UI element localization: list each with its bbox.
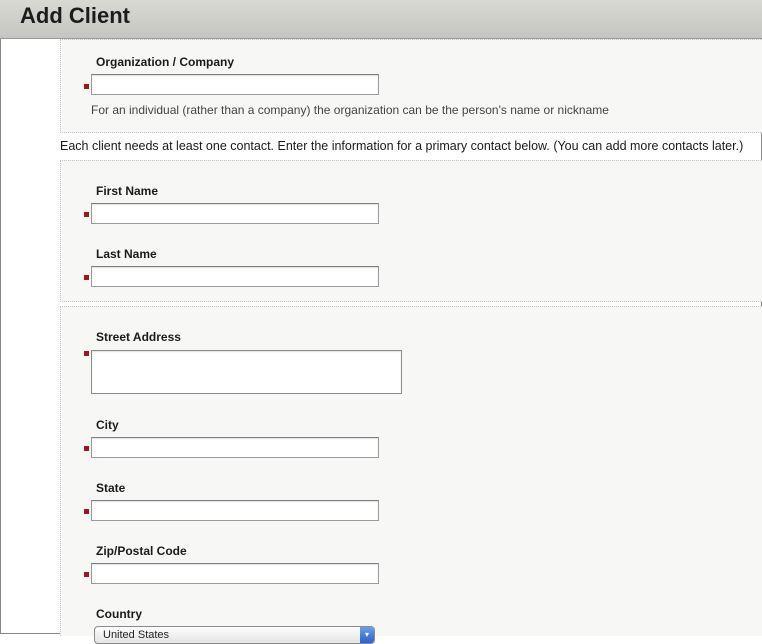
- organization-input[interactable]: [91, 74, 379, 95]
- country-select[interactable]: United States ▾: [94, 626, 375, 644]
- first-name-label: First Name: [96, 184, 159, 198]
- street-address-input[interactable]: [91, 350, 402, 394]
- required-marker: [84, 351, 89, 356]
- state-input[interactable]: [91, 500, 379, 521]
- contact-intro-text: Each client needs at least one contact. …: [60, 139, 744, 153]
- page-header: Add Client: [0, 0, 762, 39]
- zip-code-label: Zip/Postal Code: [96, 544, 187, 558]
- city-label: City: [96, 418, 119, 432]
- organization-label: Organization / Company: [96, 55, 235, 69]
- organization-hint: For an individual (rather than a company…: [91, 103, 609, 117]
- required-marker: [84, 84, 89, 89]
- country-selected-value: United States: [103, 629, 170, 641]
- street-address-label: Street Address: [96, 330, 181, 344]
- state-label: State: [96, 481, 126, 495]
- city-input[interactable]: [91, 437, 379, 458]
- zip-code-input[interactable]: [91, 563, 379, 584]
- required-marker: [84, 446, 89, 451]
- chevron-updown-icon: ▾: [360, 627, 374, 643]
- country-label: Country: [96, 607, 142, 621]
- last-name-label: Last Name: [96, 247, 157, 261]
- required-marker: [84, 275, 89, 280]
- required-marker: [84, 572, 89, 577]
- last-name-input[interactable]: [91, 266, 379, 287]
- page-title: Add Client: [20, 3, 130, 28]
- required-marker: [84, 509, 89, 514]
- first-name-input[interactable]: [91, 203, 379, 224]
- required-marker: [84, 212, 89, 217]
